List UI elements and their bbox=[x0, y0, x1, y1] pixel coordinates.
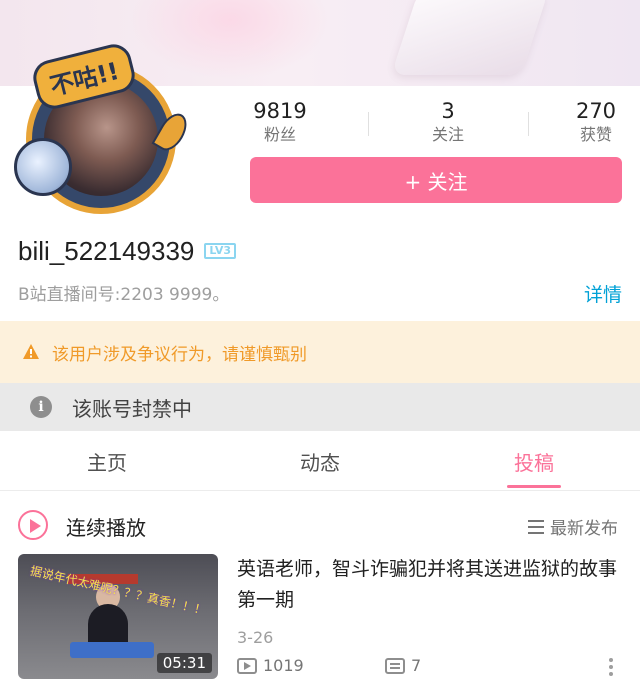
danmaku-count: 7 bbox=[385, 656, 421, 675]
play-count-icon bbox=[237, 657, 257, 674]
danmaku-count-value: 7 bbox=[411, 656, 422, 675]
play-circle-icon[interactable] bbox=[18, 510, 48, 540]
follow-button[interactable]: + 关注 bbox=[250, 157, 622, 203]
danmaku-icon bbox=[385, 657, 405, 674]
sort-list-icon bbox=[528, 519, 544, 534]
video-card[interactable]: 据说年代太难呢？？？真香！！！ 05:31 英语老师，智斗诈骗犯并将其送进监狱的… bbox=[18, 554, 622, 684]
thumbnail-desk bbox=[70, 642, 154, 658]
video-thumbnail[interactable]: 据说年代太难呢？？？真香！！！ 05:31 bbox=[18, 554, 218, 679]
live-room-row: B站直播间号:2203 9999。 详情 bbox=[18, 280, 622, 306]
stat-following[interactable]: 3 关注 bbox=[388, 98, 508, 146]
username-row: bili_522149339 LV3 bbox=[18, 234, 237, 268]
more-options-icon[interactable] bbox=[608, 658, 614, 680]
video-duration: 05:31 bbox=[156, 653, 212, 673]
sort-button[interactable]: 最新发布 bbox=[528, 514, 618, 539]
pigeon-mascot-icon bbox=[14, 138, 72, 196]
profile-tabs: 主页 动态 投稿 bbox=[0, 431, 640, 491]
profile-stats: 9819 粉丝 3 关注 270 获赞 bbox=[200, 98, 640, 150]
stat-value: 9819 bbox=[253, 99, 307, 123]
level-badge: LV3 bbox=[204, 243, 237, 259]
active-tab-indicator bbox=[507, 485, 561, 488]
video-date: 3-26 bbox=[237, 628, 274, 647]
stat-divider bbox=[528, 112, 529, 136]
view-count-value: 1019 bbox=[263, 656, 304, 675]
detail-link[interactable]: 详情 bbox=[584, 280, 622, 307]
warning-text: 该用户涉及争议行为，请谨慎甄别 bbox=[52, 344, 307, 365]
info-icon: i bbox=[30, 396, 52, 418]
stat-label: 关注 bbox=[431, 125, 464, 144]
continuous-play-button[interactable]: 连续播放 bbox=[66, 512, 146, 541]
stat-label: 粉丝 bbox=[263, 125, 296, 144]
tab-home[interactable]: 主页 bbox=[57, 447, 157, 476]
avatar[interactable]: 不咕!! bbox=[10, 40, 193, 214]
banner-decoration bbox=[391, 0, 549, 75]
stat-label: 获赞 bbox=[579, 125, 612, 144]
view-count: 1019 bbox=[237, 656, 304, 675]
stat-value: 270 bbox=[575, 99, 617, 123]
stat-value: 3 bbox=[441, 99, 455, 123]
stat-followers[interactable]: 9819 粉丝 bbox=[220, 98, 340, 146]
live-room-id: B站直播间号:2203 9999。 bbox=[18, 285, 230, 305]
stat-divider bbox=[368, 112, 369, 136]
sort-label: 最新发布 bbox=[550, 519, 618, 539]
banned-text: 该账号封禁中 bbox=[72, 396, 192, 421]
stat-likes: 270 获赞 bbox=[536, 98, 640, 146]
video-title[interactable]: 英语老师，智斗诈骗犯并将其送进监狱的故事 第一期 bbox=[237, 554, 622, 616]
warning-banner: 该用户涉及争议行为，请谨慎甄别 bbox=[0, 321, 640, 383]
username: bili_522149339 bbox=[18, 235, 195, 266]
tab-dynamics[interactable]: 动态 bbox=[270, 447, 370, 476]
banned-notice: i 该账号封禁中 bbox=[0, 383, 640, 431]
warning-triangle-icon bbox=[23, 344, 39, 359]
playlist-header: 连续播放 最新发布 bbox=[18, 508, 622, 542]
tab-uploads[interactable]: 投稿 bbox=[484, 447, 584, 476]
